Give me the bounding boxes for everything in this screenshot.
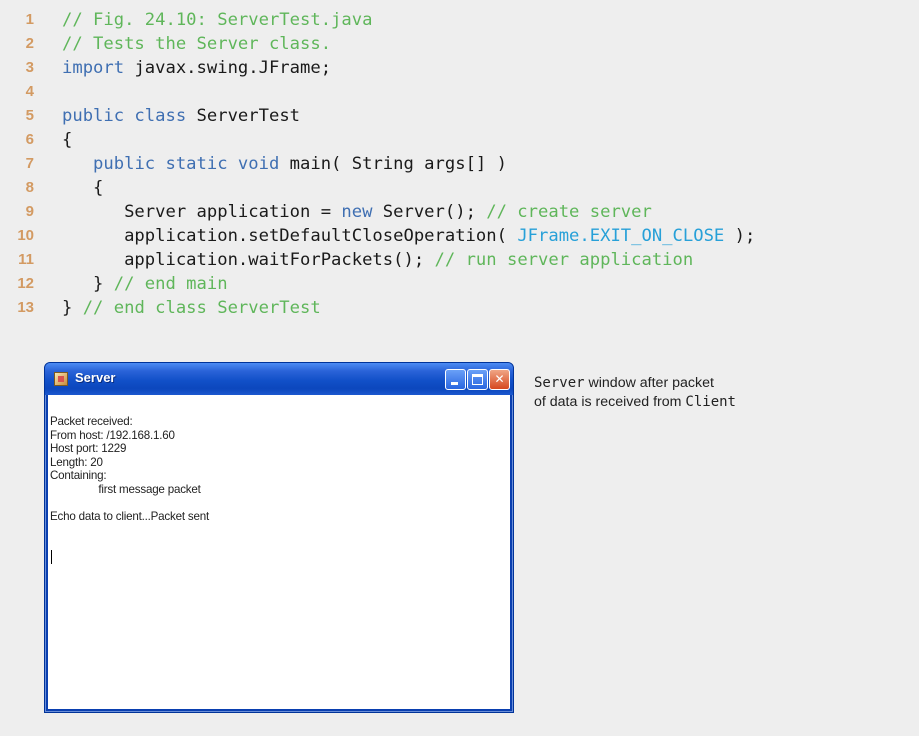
code-text: { xyxy=(62,176,103,200)
code-text: import javax.swing.JFrame; xyxy=(62,56,331,80)
line-number: 1 xyxy=(25,11,34,28)
window-titlebar[interactable]: Server ✕ xyxy=(45,363,513,395)
caption-server-class: Server xyxy=(534,375,585,391)
window-title: Server xyxy=(75,370,116,385)
code-token-comment: // end class ServerTest xyxy=(82,298,321,318)
line-number: 9 xyxy=(25,203,34,220)
code-token-comment: // Fig. 24.10: ServerTest.java xyxy=(62,10,373,30)
code-line: 11 application.waitForPackets(); // run … xyxy=(0,248,919,272)
minimize-button[interactable] xyxy=(445,369,466,390)
code-line: 13} // end class ServerTest xyxy=(0,296,919,320)
line-number: 13 xyxy=(17,299,34,316)
code-line: 4 xyxy=(0,80,919,104)
close-icon: ✕ xyxy=(494,372,505,386)
line-number: 10 xyxy=(17,227,34,244)
server-output-text: Packet received: From host: /192.168.1.6… xyxy=(50,415,210,523)
code-token-comment: // end main xyxy=(113,274,228,294)
code-token-comment: // run server application xyxy=(434,250,694,270)
code-text: application.waitForPackets(); // run ser… xyxy=(62,248,693,272)
code-token-plain: { xyxy=(62,178,104,198)
code-token-plain: } xyxy=(62,298,83,318)
code-line: 7 public static void main( String args[]… xyxy=(0,152,919,176)
code-text: } // end class ServerTest xyxy=(62,296,321,320)
code-token-plain: application.waitForPackets(); xyxy=(62,250,435,270)
text-caret xyxy=(51,550,52,564)
code-text: } // end main xyxy=(62,272,228,296)
code-token-plain: { xyxy=(62,130,73,150)
code-token-keyword: public class xyxy=(62,106,187,126)
code-line: 1 // Fig. 24.10: ServerTest.java xyxy=(0,8,919,32)
code-token-plain: javax.swing.JFrame; xyxy=(124,58,332,78)
code-token-comment: // Tests the Server class. xyxy=(62,34,332,54)
caption-client-class: Client xyxy=(685,394,736,410)
line-number: 12 xyxy=(17,275,34,292)
output-text-area[interactable]: Packet received: From host: /192.168.1.6… xyxy=(48,395,510,709)
code-token-comment: // create server xyxy=(486,202,652,222)
server-window[interactable]: Server ✕ Packet received: From host: /19… xyxy=(44,362,514,713)
code-text: // Tests the Server class. xyxy=(62,32,331,56)
maximize-button[interactable] xyxy=(467,369,488,390)
code-line: 8 { xyxy=(0,176,919,200)
line-number: 7 xyxy=(25,155,34,172)
line-number: 4 xyxy=(25,83,34,100)
minimize-icon xyxy=(451,382,458,385)
code-text: public static void main( String args[] ) xyxy=(62,152,507,176)
code-listing: 1 // Fig. 24.10: ServerTest.java 2 // Tests… xyxy=(0,8,919,320)
figure-caption: Server window after packet of data is re… xyxy=(534,374,874,412)
close-button[interactable]: ✕ xyxy=(489,369,510,390)
code-text: application.setDefaultCloseOperation( JF… xyxy=(62,224,755,248)
code-token-keyword: import xyxy=(62,58,125,78)
code-line: 6{ xyxy=(0,128,919,152)
code-line: 5 public class ServerTest xyxy=(0,104,919,128)
code-token-keyword: public static void xyxy=(93,154,280,174)
caption-text-2: of data is received from xyxy=(534,394,686,410)
line-number: 6 xyxy=(25,131,34,148)
code-text: { xyxy=(62,128,72,152)
java-app-icon xyxy=(54,372,68,386)
caption-text-1: window after packet xyxy=(584,375,714,391)
code-token-const: JFrame.EXIT_ON_CLOSE xyxy=(517,226,725,246)
line-number: 5 xyxy=(25,107,34,124)
line-number: 2 xyxy=(25,35,34,52)
code-token-plain: main( String args[] ) xyxy=(279,154,507,174)
code-text: public class ServerTest xyxy=(62,104,300,128)
code-token-plain: application.setDefaultCloseOperation( xyxy=(62,226,518,246)
line-number: 11 xyxy=(18,251,34,268)
code-text: // Fig. 24.10: ServerTest.java xyxy=(62,8,372,32)
code-line: 2 // Tests the Server class. xyxy=(0,32,919,56)
code-token-plain: ServerTest xyxy=(186,106,301,126)
code-line: 9 Server application = new Server(); // … xyxy=(0,200,919,224)
code-token-keyword: new xyxy=(341,202,373,222)
code-token-plain: Server application = xyxy=(62,202,342,222)
code-line: 3 import javax.swing.JFrame; xyxy=(0,56,919,80)
code-line: 12 } // end main xyxy=(0,272,919,296)
code-line: 10 application.setDefaultCloseOperation(… xyxy=(0,224,919,248)
code-token-plain: Server(); xyxy=(372,202,487,222)
line-number: 3 xyxy=(25,59,34,76)
line-number: 8 xyxy=(25,179,34,196)
maximize-icon xyxy=(472,374,483,385)
code-token-plain: ); xyxy=(724,226,756,246)
code-text: Server application = new Server(); // cr… xyxy=(62,200,652,224)
code-token-plain: } xyxy=(62,274,114,294)
